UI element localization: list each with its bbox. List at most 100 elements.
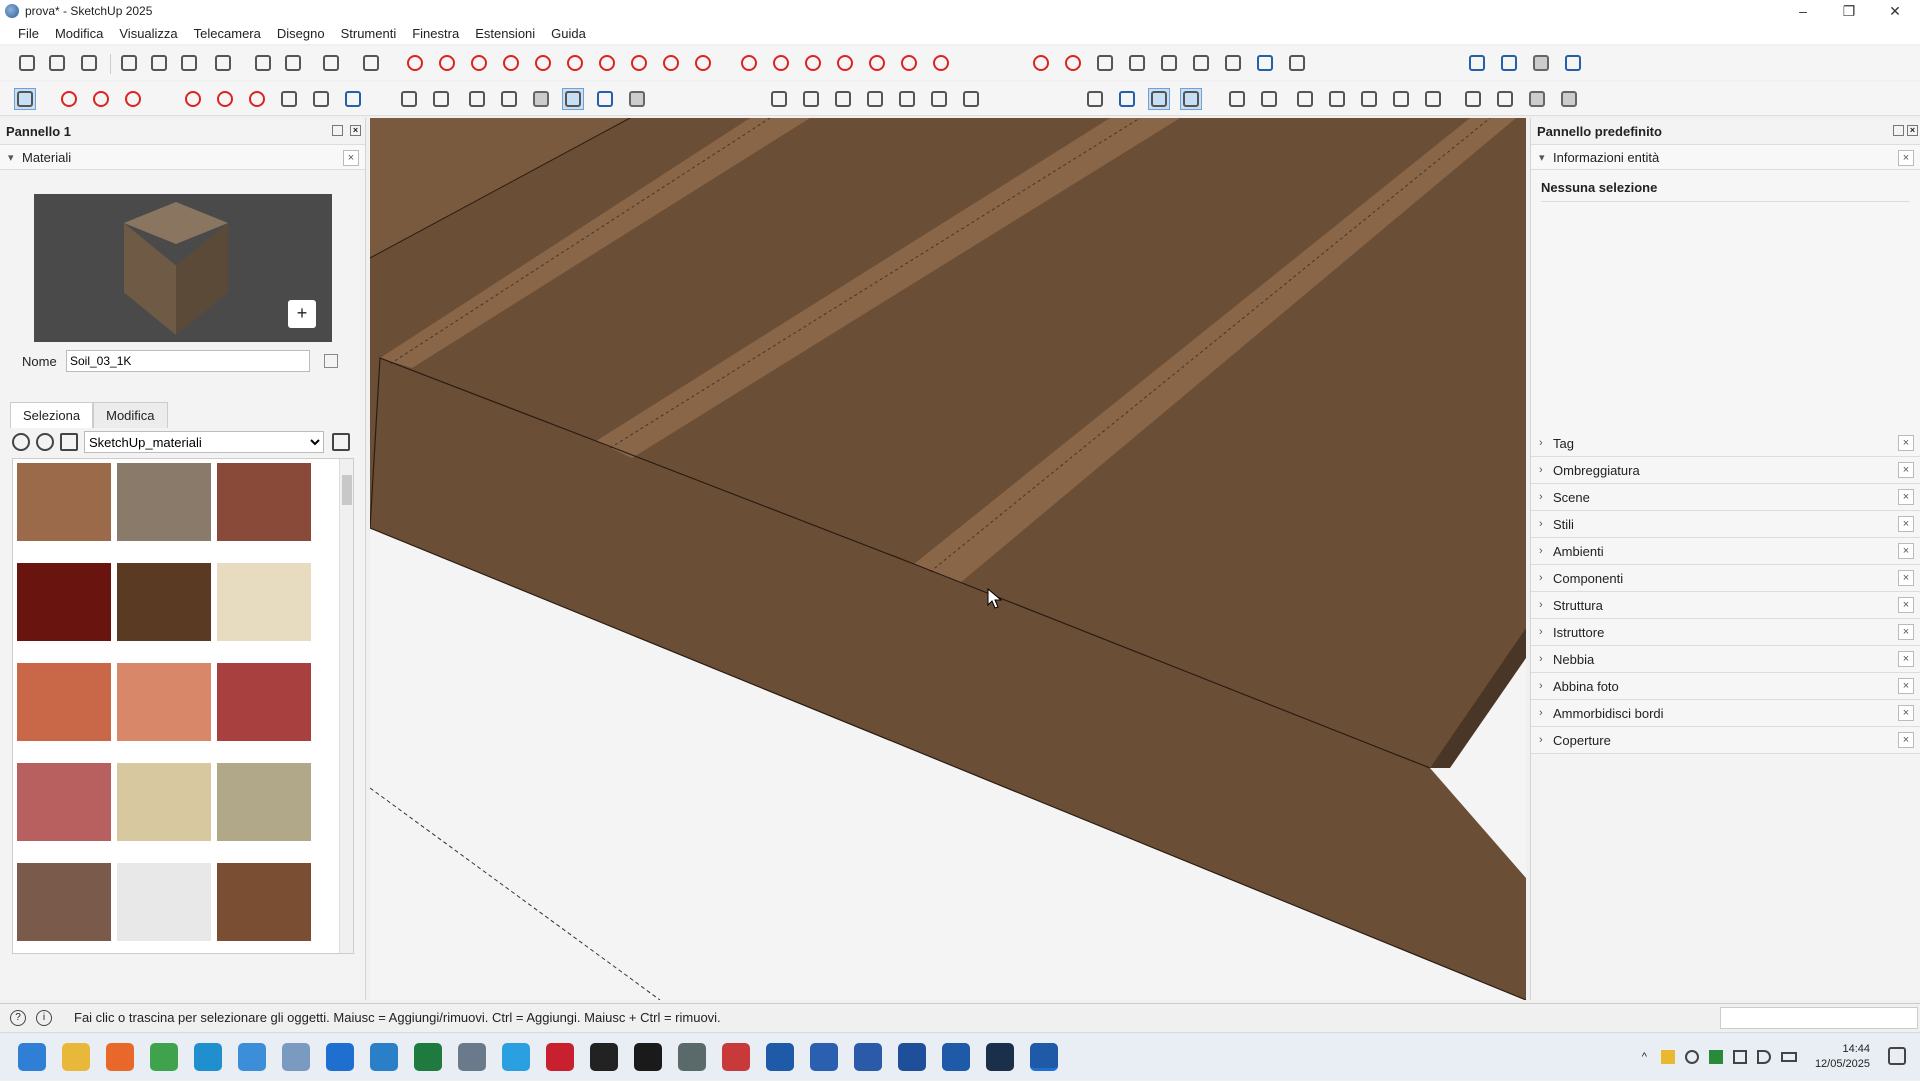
show-hidden-icons-icon[interactable]: ^ [1642,1051,1647,1063]
close-icon[interactable]: × [1898,435,1914,451]
file-explorer-icon[interactable] [62,1043,90,1071]
paint-bucket-icon[interactable] [90,88,112,110]
clock[interactable]: 14:44 12/05/2025 [1815,1042,1870,1072]
measurements-box[interactable] [1720,1007,1918,1029]
zoom-tool-icon[interactable] [1094,52,1116,74]
menu-modifica[interactable]: Modifica [47,26,111,41]
look-around-icon[interactable] [1254,52,1276,74]
walk-tool-icon[interactable] [1286,52,1308,74]
menu-estensioni[interactable]: Estensioni [467,26,543,41]
monitor-app-icon[interactable] [282,1043,310,1071]
cut-icon[interactable] [118,52,140,74]
menu-guida[interactable]: Guida [543,26,594,41]
left-view-icon[interactable] [928,88,950,110]
select-tool-icon[interactable] [14,88,36,110]
menu-strumenti[interactable]: Strumenti [333,26,405,41]
material-swatch[interactable] [117,863,211,941]
three-point-arc-icon[interactable] [660,52,682,74]
smoove-icon[interactable] [1294,88,1316,110]
entity-info-header[interactable]: ▾ Informazioni entità × [1531,144,1920,170]
display-section-cuts-icon[interactable] [1180,88,1202,110]
terminal-app-icon[interactable] [986,1043,1014,1071]
share-model-icon[interactable] [1530,52,1552,74]
close-icon[interactable]: × [1898,651,1914,667]
copy-icon[interactable] [148,52,170,74]
close-icon[interactable]: × [1898,597,1914,613]
material-swatch[interactable] [117,663,211,741]
style-icon[interactable] [626,88,648,110]
material-swatch[interactable] [217,863,311,941]
scroll-thumb[interactable] [342,475,352,505]
home-icon[interactable] [60,433,78,451]
nvidia-icon[interactable] [1708,1050,1723,1064]
game-app-icon[interactable] [678,1043,706,1071]
notepad-icon[interactable] [326,1043,354,1071]
print-icon[interactable] [320,52,342,74]
panel-close-icon[interactable]: × [350,125,361,136]
section-plane-icon[interactable] [1084,88,1106,110]
edge-icon[interactable] [194,1043,222,1071]
tab-modifica[interactable]: Modifica [93,402,168,428]
extension-warehouse-icon[interactable] [1498,52,1520,74]
notifications-icon[interactable] [1888,1047,1906,1065]
back-edges-icon[interactable] [430,88,452,110]
back-icon[interactable] [12,433,30,451]
tray-item[interactable]: › Coperture × [1531,727,1920,754]
menu-file[interactable]: File [10,26,47,41]
back-view-icon[interactable] [896,88,918,110]
sketchup-taskbar-icon[interactable] [1030,1043,1058,1071]
orbit-tool-icon[interactable] [1030,52,1052,74]
autocad-icon[interactable] [546,1043,574,1071]
sandbox-from-scratch-icon[interactable] [1258,88,1280,110]
add-detail-icon[interactable] [1390,88,1412,110]
close-icon[interactable]: × [1898,150,1914,166]
axes-tool-icon[interactable] [310,88,332,110]
calculator-icon[interactable] [370,1043,398,1071]
menu-telecamera[interactable]: Telecamera [186,26,269,41]
rotate-tool-icon[interactable] [802,52,824,74]
clock-app-icon[interactable] [634,1043,662,1071]
maximize-button[interactable]: ❐ [1826,0,1872,22]
tray-item[interactable]: › Ambienti × [1531,538,1920,565]
volume-icon[interactable] [1756,1050,1771,1064]
material-swatch[interactable] [217,563,311,641]
save-icon[interactable] [78,52,100,74]
vpn-icon[interactable] [1684,1050,1699,1064]
3d-text-icon[interactable] [342,88,364,110]
close-icon[interactable]: × [1898,489,1914,505]
material-swatch[interactable] [17,763,111,841]
materials-scrollbar[interactable] [339,459,353,953]
close-icon[interactable]: × [1898,462,1914,478]
line-tool-icon[interactable] [404,52,426,74]
details-arrow-icon[interactable] [332,433,350,451]
tab-seleziona[interactable]: Seleziona [10,402,94,428]
duplicate-material-icon[interactable] [324,354,338,368]
chrome-icon[interactable] [150,1043,178,1071]
sandbox-from-contours-icon[interactable] [1226,88,1248,110]
drape-icon[interactable] [1358,88,1380,110]
shaded-icon[interactable] [530,88,552,110]
two-point-arc-icon[interactable] [628,52,650,74]
model-info-icon[interactable] [360,52,382,74]
pie-tool-icon[interactable] [692,52,714,74]
pin-icon[interactable] [1893,125,1904,136]
close-icon[interactable]: × [1898,624,1914,640]
materials-section-header[interactable]: ▾ Materiali × [0,144,365,170]
make-component-icon[interactable] [58,88,80,110]
tray-item[interactable]: › Stili × [1531,511,1920,538]
pin-icon[interactable] [332,125,343,136]
material-swatch[interactable] [17,563,111,641]
zoom-extents-icon[interactable] [1158,52,1180,74]
top-view-icon[interactable] [800,88,822,110]
close-icon[interactable]: × [1898,543,1914,559]
material-swatch[interactable] [117,563,211,641]
stamp-icon[interactable] [1326,88,1348,110]
close-window-button[interactable]: ✕ [1872,0,1918,22]
geolocation-icon[interactable]: ? [10,1009,26,1026]
paste-icon[interactable] [178,52,200,74]
layers-app-icon[interactable] [898,1043,926,1071]
material-swatch[interactable] [117,763,211,841]
material-swatch[interactable] [217,763,311,841]
wireframe-icon[interactable] [466,88,488,110]
menu-disegno[interactable]: Disegno [269,26,333,41]
